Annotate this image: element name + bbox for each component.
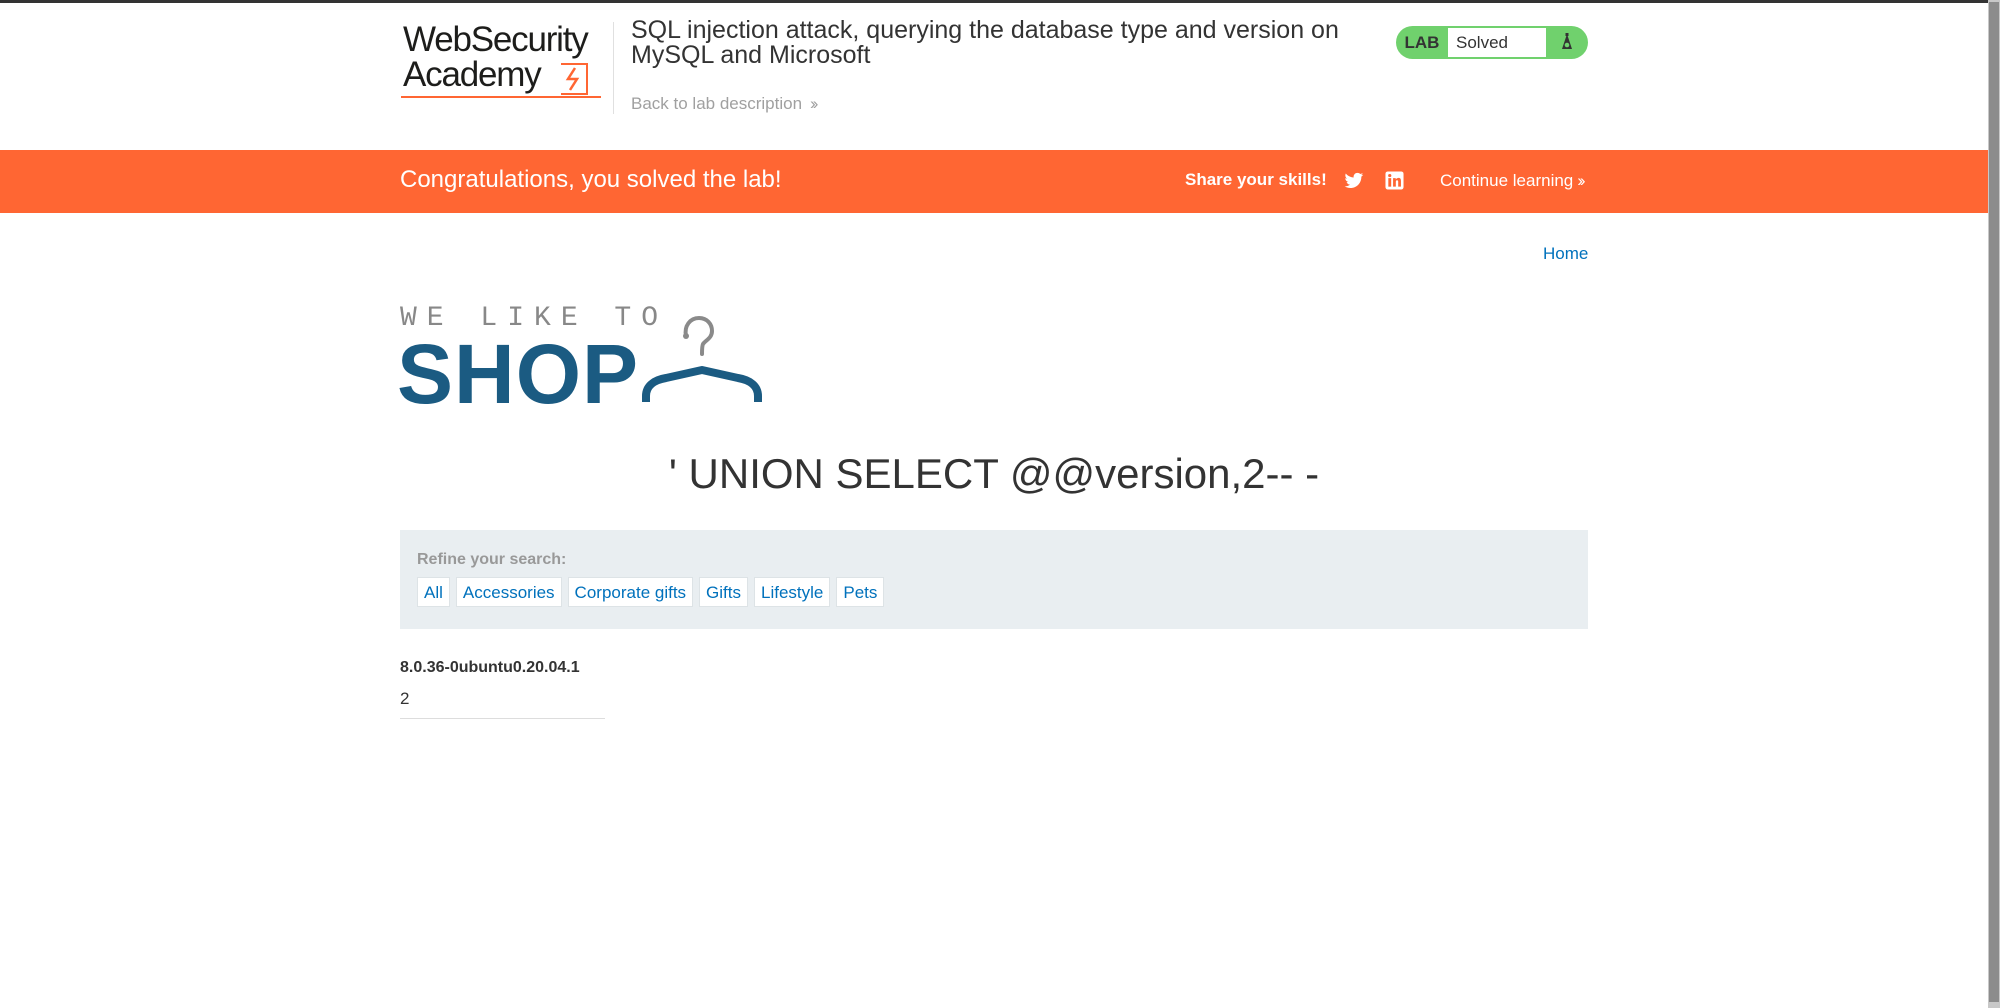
lab-status-widget: LAB Solved bbox=[1396, 26, 1588, 59]
double-chevron-right-icon: ›› bbox=[1577, 171, 1586, 190]
result-name: 8.0.36-0ubuntu0.20.04.1 bbox=[400, 659, 580, 676]
category-link-accessories[interactable]: Accessories bbox=[455, 577, 562, 607]
category-filter: Refine your search: All Accessories Corp… bbox=[400, 530, 1588, 629]
logo-text-line2: Academy bbox=[403, 55, 542, 94]
refine-search-label: Refine your search: bbox=[417, 551, 567, 568]
logo-text-line1: WebSecurity bbox=[403, 20, 589, 59]
web-security-academy-logo[interactable]: WebSecurity Academy bbox=[401, 22, 611, 102]
lab-status-text: Solved bbox=[1448, 28, 1546, 57]
category-link-lifestyle[interactable]: Lifestyle bbox=[754, 577, 831, 607]
logo-underline bbox=[401, 96, 601, 98]
share-skills-label: Share your skills! bbox=[1185, 170, 1327, 189]
category-list: All Accessories Corporate gifts Gifts Li… bbox=[417, 577, 885, 607]
category-link-gifts[interactable]: Gifts bbox=[699, 577, 748, 607]
lab-title: SQL injection attack, querying the datab… bbox=[631, 16, 1339, 69]
lightning-icon bbox=[561, 63, 588, 95]
twitter-icon[interactable] bbox=[1344, 172, 1364, 190]
list-item: 8.0.36-0ubuntu0.20.04.1 2 bbox=[400, 658, 605, 719]
vertical-scrollbar[interactable] bbox=[1988, 0, 2000, 1008]
category-link-pets[interactable]: Pets bbox=[836, 577, 885, 607]
shop-logo: WE LIKE TO SHOP bbox=[397, 300, 770, 416]
category-link-all[interactable]: All bbox=[417, 577, 450, 607]
lab-badge: LAB bbox=[1404, 33, 1440, 52]
hanger-icon bbox=[642, 315, 762, 402]
continue-learning-link[interactable]: Continue learning ›› bbox=[1440, 171, 1586, 191]
continue-learning-label: Continue learning bbox=[1440, 171, 1574, 190]
home-link[interactable]: Home bbox=[1543, 244, 1588, 264]
result-divider bbox=[400, 718, 605, 719]
double-chevron-right-icon: ›› bbox=[810, 94, 819, 113]
result-description: 2 bbox=[400, 689, 410, 708]
search-results-heading: ' UNION SELECT @@version,2-- - bbox=[668, 450, 1320, 497]
congratulations-message: Congratulations, you solved the lab! bbox=[400, 166, 782, 193]
category-link-corporate-gifts[interactable]: Corporate gifts bbox=[567, 577, 694, 607]
top-border bbox=[0, 0, 1988, 3]
shop-logo-name: SHOP bbox=[397, 327, 640, 421]
solved-banner: Congratulations, you solved the lab! Sha… bbox=[0, 150, 1988, 213]
header-divider bbox=[613, 22, 614, 114]
scrollbar-thumb[interactable] bbox=[1989, 2, 1999, 1002]
flask-icon bbox=[1562, 33, 1572, 49]
linkedin-icon[interactable] bbox=[1385, 171, 1404, 190]
back-to-lab-description-link[interactable]: Back to lab description ›› bbox=[631, 94, 819, 114]
back-link-label: Back to lab description bbox=[631, 94, 803, 113]
